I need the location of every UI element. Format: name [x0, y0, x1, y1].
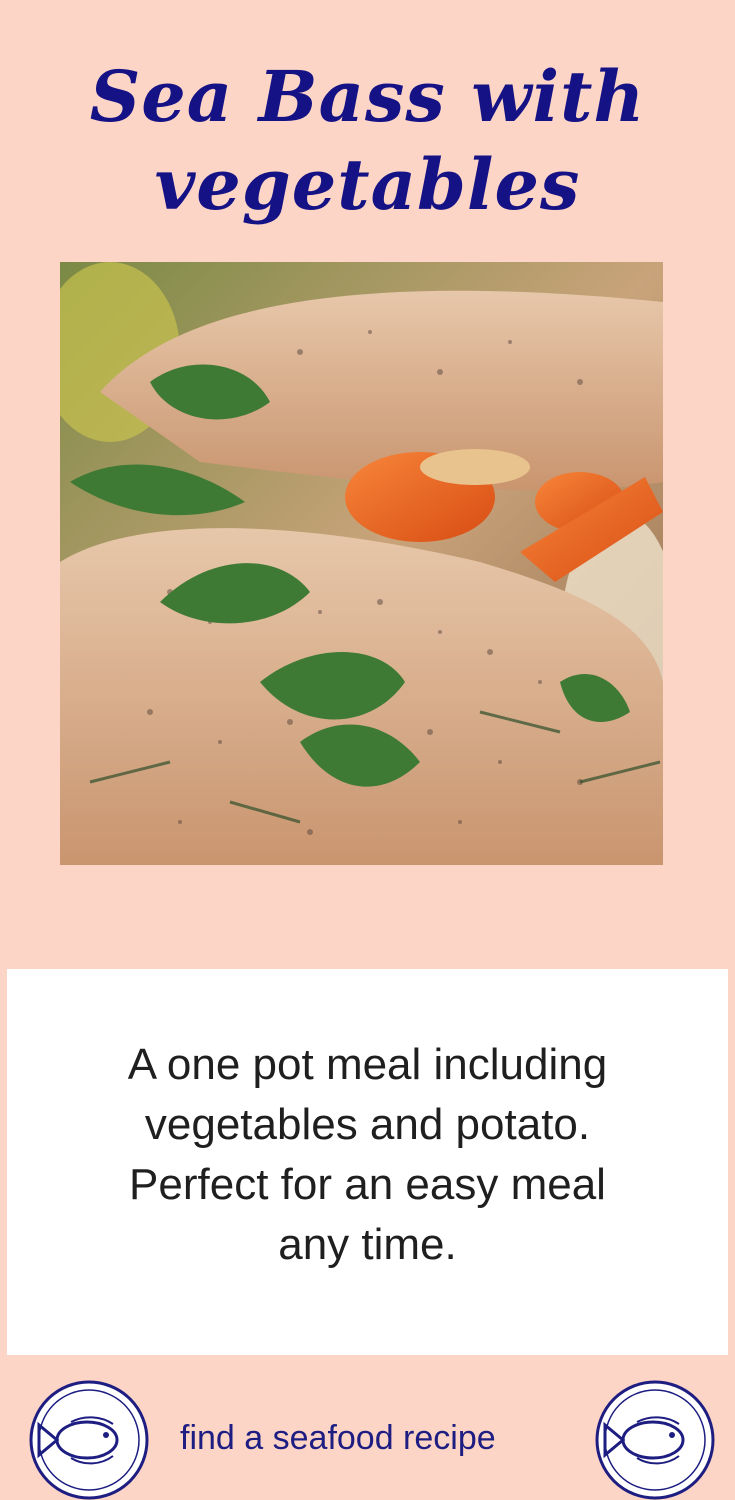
footer: find a seafood recipe — [0, 1380, 735, 1500]
description-card: A one pot meal including vegetables and … — [7, 969, 728, 1355]
description-line-4: any time. — [278, 1220, 457, 1269]
footer-brand-text: find a seafood recipe — [180, 1419, 496, 1457]
find-a-seafood-recipe-logo-left — [29, 1380, 149, 1500]
title-line-2: vegetables — [154, 142, 581, 226]
recipe-photo — [60, 262, 663, 865]
title-line-1: Sea Bass with — [89, 54, 646, 138]
recipe-photo-image — [60, 262, 663, 865]
page-title: Sea Bass with vegetables — [0, 53, 735, 229]
description-line-2: vegetables and potato. — [144, 1100, 591, 1149]
find-a-seafood-recipe-logo-right — [595, 1380, 715, 1500]
description-text: A one pot meal including vegetables and … — [7, 1035, 728, 1275]
description-line-3: Perfect for an easy meal — [129, 1160, 606, 1209]
description-line-1: A one pot meal including — [127, 1040, 608, 1089]
